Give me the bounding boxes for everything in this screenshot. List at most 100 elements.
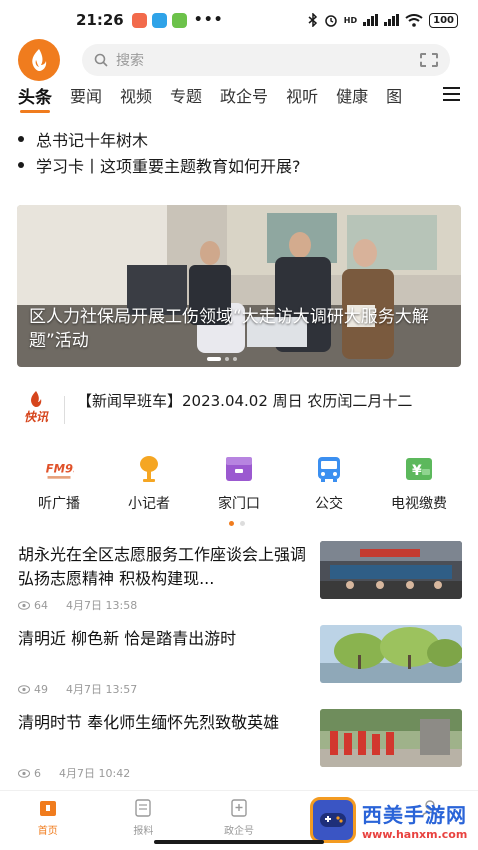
status-time: 21:26 xyxy=(76,11,124,29)
news-thumbnail xyxy=(320,709,462,767)
microphone-icon xyxy=(134,455,164,483)
quick-entry-label: 小记者 xyxy=(128,496,170,512)
search-icon xyxy=(94,53,108,67)
tab-video[interactable]: 视频 xyxy=(120,83,152,107)
tab-headlines[interactable]: 头条 xyxy=(18,83,52,113)
signal-icon xyxy=(384,14,400,26)
search-box[interactable]: 搜索 xyxy=(82,44,450,76)
svg-text:FM99: FM99 xyxy=(46,462,74,476)
news-title: 清明时节 奉化师生缅怀先烈致敬英雄 xyxy=(18,713,280,732)
nav-label: 首页 xyxy=(37,826,58,837)
quick-entries: FM99 听广播 小记者 家门口 公交 ¥ 电视缴费 xyxy=(0,455,478,515)
svg-text:¥: ¥ xyxy=(412,463,422,479)
headline-item[interactable]: 总书记十年树木 xyxy=(18,126,462,152)
publish-time: 4月7日 13:57 xyxy=(66,683,138,696)
menu-icon[interactable] xyxy=(443,87,460,101)
news-thumbnail xyxy=(320,625,462,683)
home-icon xyxy=(39,801,56,816)
carousel-indicator xyxy=(207,357,237,361)
news-title: 清明近 柳色新 恰是踏青出游时 xyxy=(18,629,237,648)
signal-icon xyxy=(363,14,379,26)
news-item[interactable]: 清明时节 奉化师生缅怀先烈致敬英雄 6 4月7日 10:42 xyxy=(18,709,462,781)
bookmark-plus-icon xyxy=(231,799,247,817)
quick-entry-reporter[interactable]: 小记者 xyxy=(109,455,189,515)
view-count: 49 xyxy=(34,682,48,696)
quick-entry-tv-payment[interactable]: ¥ 电视缴费 xyxy=(379,455,459,515)
flash-label: 快讯 xyxy=(23,410,48,424)
news-item[interactable]: 胡永光在全区志愿服务工作座谈会上强调 弘扬志愿精神 积极构建现... 64 4月… xyxy=(18,541,462,613)
channel-tabs: 头条 要闻 视频 专题 政企号 视听 健康 图 xyxy=(0,82,478,113)
watermark: 西美手游网 www.hanxm.com xyxy=(310,792,470,848)
banner-title: 区人力社保局开展工伤领域“大走访大调研大服务大解题”活动 xyxy=(29,307,429,351)
news-title: 胡永光在全区志愿服务工作座谈会上强调 弘扬志愿精神 积极构建现... xyxy=(18,545,307,588)
payment-icon: ¥ xyxy=(404,455,434,483)
bus-icon xyxy=(314,455,344,483)
view-count: 64 xyxy=(34,598,48,612)
gamepad-logo-icon xyxy=(310,797,356,843)
publish-time: 4月7日 13:58 xyxy=(66,599,138,612)
flash-logo: 快讯 xyxy=(18,390,54,434)
quick-entry-bus[interactable]: 公交 xyxy=(289,455,369,515)
quick-entry-label: 家门口 xyxy=(218,496,260,512)
eye-icon xyxy=(18,600,30,610)
notification-app-icon xyxy=(131,12,147,28)
tab-pictures[interactable]: 图 xyxy=(386,83,402,107)
news-meta: 49 4月7日 13:57 xyxy=(18,681,137,697)
news-item[interactable]: 清明近 柳色新 恰是踏青出游时 49 4月7日 13:57 xyxy=(18,625,462,697)
wifi-icon xyxy=(405,13,423,27)
headline-text: 总书记十年树木 xyxy=(36,131,149,150)
quick-entry-radio[interactable]: FM99 听广播 xyxy=(19,455,99,515)
bluetooth-icon xyxy=(308,13,317,27)
shop-icon xyxy=(224,455,254,483)
news-main: 清明时节 奉化师生缅怀先烈致敬英雄 6 4月7日 10:42 xyxy=(18,711,320,781)
headline-text: 学习卡丨这项重要主题教育如何开展? xyxy=(36,157,301,176)
tab-gov-accounts[interactable]: 政企号 xyxy=(220,83,268,107)
watermark-title: 西美手游网 xyxy=(362,803,467,827)
news-meta: 64 4月7日 13:58 xyxy=(18,597,137,613)
status-indicators: HD 100 xyxy=(308,12,458,28)
radio-logo-icon: FM99 xyxy=(44,455,74,483)
nav-home[interactable]: 首页 xyxy=(13,799,83,850)
alarm-icon xyxy=(325,15,337,27)
hd-indicator: HD xyxy=(343,15,358,25)
tab-health[interactable]: 健康 xyxy=(336,83,368,107)
eye-icon xyxy=(18,768,30,778)
publish-time: 4月7日 10:42 xyxy=(59,767,131,780)
status-bar: 21:26 ••• HD 100 xyxy=(0,0,478,40)
flash-news[interactable]: 快讯 【新闻早班车】2023.04.02 周日 农历闰二月十二 xyxy=(18,390,462,434)
top-headlines: 总书记十年树木 学习卡丨这项重要主题教育如何开展? xyxy=(18,126,462,178)
notification-app-icon xyxy=(151,12,167,28)
bullet-icon xyxy=(18,162,24,168)
flame-icon xyxy=(31,391,42,407)
news-thumbnail xyxy=(320,541,462,599)
banner-carousel[interactable]: 区人力社保局开展工伤领域“大走访大调研大服务大解题”活动 xyxy=(17,205,461,367)
notification-app-icon xyxy=(171,12,187,28)
news-main: 清明近 柳色新 恰是踏青出游时 49 4月7日 13:57 xyxy=(18,627,320,697)
tab-audiovisual[interactable]: 视听 xyxy=(286,83,318,107)
watermark-url: www.hanxm.com xyxy=(362,828,468,841)
nav-label: 报料 xyxy=(133,826,154,837)
quick-entry-doorstep[interactable]: 家门口 xyxy=(199,455,279,515)
home-indicator xyxy=(154,840,324,844)
more-notifications-icon: ••• xyxy=(193,12,224,28)
view-count: 6 xyxy=(34,766,41,780)
flame-logo-icon xyxy=(32,49,47,71)
divider xyxy=(64,396,65,424)
news-meta: 6 4月7日 10:42 xyxy=(18,765,130,781)
headline-item[interactable]: 学习卡丨这项重要主题教育如何开展? xyxy=(18,152,462,178)
watermark-text: 西美手游网 www.hanxm.com xyxy=(362,799,467,841)
tab-news[interactable]: 要闻 xyxy=(70,83,102,107)
scan-icon[interactable] xyxy=(420,53,438,67)
search-row: 搜索 xyxy=(0,38,478,82)
battery-icon: 100 xyxy=(429,12,458,28)
flash-text: 【新闻早班车】2023.04.02 周日 农历闰二月十二 xyxy=(77,392,413,410)
bullet-icon xyxy=(18,136,24,142)
report-icon xyxy=(135,799,152,817)
quick-entry-label: 公交 xyxy=(315,496,343,512)
tab-topics[interactable]: 专题 xyxy=(170,83,202,107)
quick-entry-label: 电视缴费 xyxy=(391,496,447,512)
news-main: 胡永光在全区志愿服务工作座谈会上强调 弘扬志愿精神 积极构建现... 64 4月… xyxy=(18,543,320,613)
app-logo[interactable] xyxy=(18,39,60,81)
search-input[interactable]: 搜索 xyxy=(116,50,420,70)
eye-icon xyxy=(18,684,30,694)
